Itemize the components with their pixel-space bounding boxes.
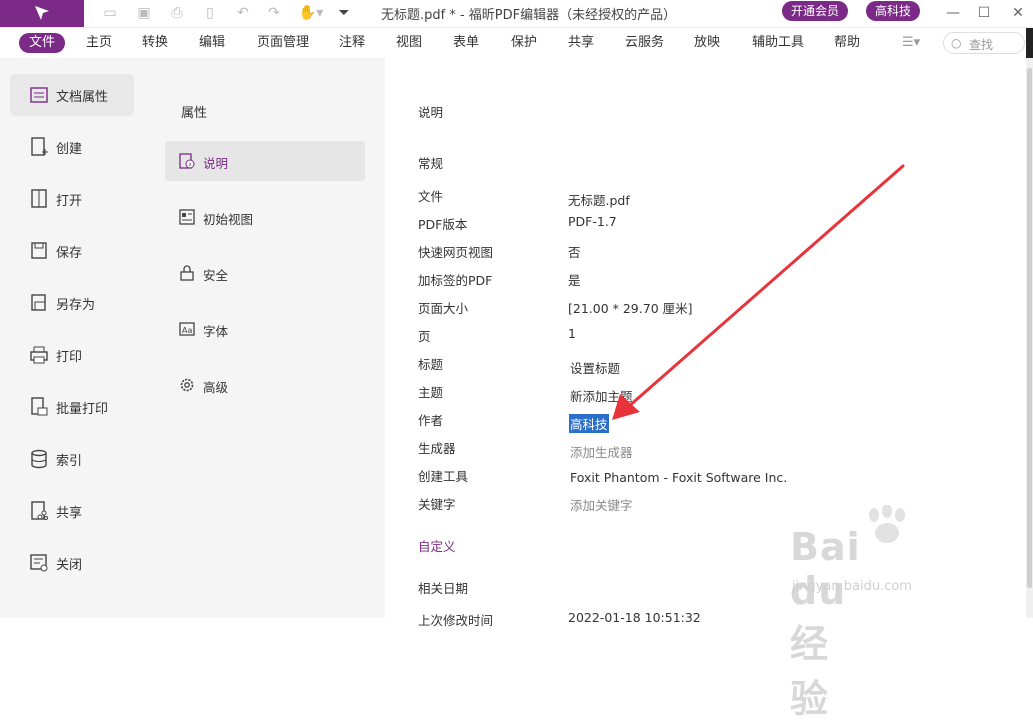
watermark-brand: Bai du 经验	[790, 525, 861, 721]
scrollbar-thumb[interactable]	[1027, 68, 1032, 588]
watermark-url: jingyan.baidu.com	[792, 579, 912, 594]
paw-icon	[869, 505, 905, 543]
vertical-scrollbar[interactable]	[1026, 58, 1033, 618]
